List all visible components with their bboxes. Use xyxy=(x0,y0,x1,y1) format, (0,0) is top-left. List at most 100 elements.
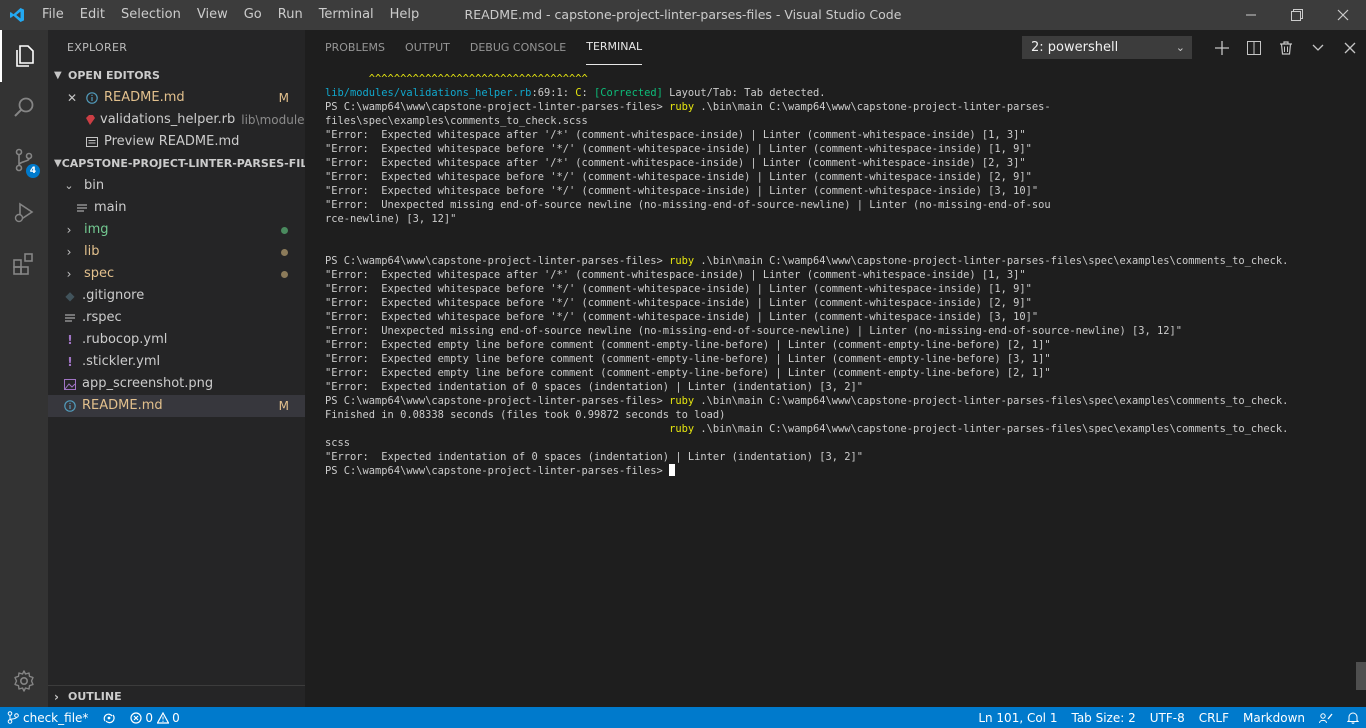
terminal-text: "Error: Expected whitespace before '*/' … xyxy=(325,283,1032,295)
terminal-text: "Error: Expected whitespace after '/*' (… xyxy=(325,269,1026,281)
terminal-output[interactable]: ^^^^^^^^^^^^^^^^^^^^^^^^^^^^^^^^^^^ lib/m… xyxy=(325,72,1352,707)
file-stickler-yml[interactable]: ! .stickler.yml xyxy=(48,351,305,373)
yaml-file-icon: ! xyxy=(67,355,73,369)
project-section[interactable]: ▼ CAPSTONE-PROJECT-LINTER-PARSES-FILES xyxy=(48,153,305,175)
run-debug-icon[interactable] xyxy=(0,186,48,238)
status-bar: check_file* 0 0 Ln 101, Col 1 Tab Size: … xyxy=(0,707,1366,728)
manage-gear-icon[interactable] xyxy=(0,655,48,707)
terminal-line: "Error: Expected indentation of 0 spaces… xyxy=(325,380,1352,394)
encoding[interactable]: UTF-8 xyxy=(1143,711,1192,725)
folder-lib[interactable]: › lib xyxy=(48,241,305,263)
cursor-position[interactable]: Ln 101, Col 1 xyxy=(971,711,1064,725)
file-main[interactable]: main xyxy=(48,197,305,219)
terminal-text: .\bin\main C:\wamp64\www\capstone-projec… xyxy=(694,395,1289,407)
trash-icon[interactable] xyxy=(1270,30,1302,65)
problems-indicator[interactable]: 0 0 xyxy=(123,711,186,725)
terminal-line: "Error: Expected indentation of 0 spaces… xyxy=(325,450,1352,464)
close-icon[interactable]: ✕ xyxy=(66,87,78,109)
search-icon[interactable] xyxy=(0,82,48,134)
terminal-text: "Error: Unexpected missing end-of-source… xyxy=(325,199,1051,211)
tab-problems[interactable]: PROBLEMS xyxy=(325,30,385,65)
terminal-line: rce-newline) [3, 12]" xyxy=(325,212,1352,226)
file-rubocop-yml[interactable]: ! .rubocop.yml xyxy=(48,329,305,351)
modified-status: M xyxy=(278,91,289,105)
terminal-line: "Error: Expected whitespace before '*/' … xyxy=(325,170,1352,184)
terminal-text: "Error: Expected whitespace after '/*' (… xyxy=(325,129,1026,141)
terminal-text: ruby xyxy=(669,255,695,267)
terminal-text: PS C:\wamp64\www\capstone-project-linter… xyxy=(325,465,670,477)
terminal-text: "Error: Expected empty line before comme… xyxy=(325,353,1051,365)
restore-button[interactable] xyxy=(1274,0,1320,30)
split-terminal-icon[interactable] xyxy=(1238,30,1270,65)
file-main-label: main xyxy=(94,200,127,215)
open-editor-preview-label: Preview README.md xyxy=(104,134,240,149)
terminal-scrollbar[interactable] xyxy=(1356,662,1366,690)
menu-go[interactable]: Go xyxy=(236,0,270,30)
title-bar: File Edit Selection View Go Run Terminal… xyxy=(0,0,1366,30)
file-app-screenshot[interactable]: app_screenshot.png xyxy=(48,373,305,395)
terminal-text: :69:1: xyxy=(531,87,576,99)
menu-view[interactable]: View xyxy=(189,0,236,30)
menu-bar: File Edit Selection View Go Run Terminal… xyxy=(34,0,427,30)
outline-section[interactable]: › OUTLINE xyxy=(48,685,305,707)
terminal-select[interactable]: 2: powershell ⌄ xyxy=(1022,36,1192,59)
open-editors-title: OPEN EDITORS xyxy=(68,69,160,82)
menu-run[interactable]: Run xyxy=(270,0,311,30)
file-gitignore[interactable]: ◆ .gitignore xyxy=(48,285,305,307)
chevron-down-icon[interactable] xyxy=(1302,30,1334,65)
end-of-line[interactable]: CRLF xyxy=(1192,711,1236,725)
file-rspec[interactable]: .rspec xyxy=(48,307,305,329)
terminal-text: .\bin\main C:\wamp64\www\capstone-projec… xyxy=(694,101,1051,113)
terminal-cursor xyxy=(669,464,676,476)
terminal-line: files\spec\examples\comments_to_check.sc… xyxy=(325,114,1352,128)
terminal-line: "Error: Expected empty line before comme… xyxy=(325,352,1352,366)
branch-indicator[interactable]: check_file* xyxy=(0,711,95,725)
untracked-dot xyxy=(281,227,288,234)
tab-output[interactable]: OUTPUT xyxy=(405,30,450,65)
terminal-line: ^^^^^^^^^^^^^^^^^^^^^^^^^^^^^^^^^^^ xyxy=(325,72,1352,86)
minimize-button[interactable] xyxy=(1228,0,1274,30)
menu-terminal[interactable]: Terminal xyxy=(311,0,382,30)
terminal-text: ruby xyxy=(669,101,695,113)
folder-bin[interactable]: ⌄ bin xyxy=(48,175,305,197)
source-control-icon[interactable]: 4 xyxy=(0,134,48,186)
open-editors-section[interactable]: ▼ OPEN EDITORS xyxy=(48,65,305,87)
terminal-text: .\bin\main C:\wamp64\www\capstone-projec… xyxy=(694,423,1289,435)
file-rspec-label: .rspec xyxy=(82,310,122,325)
warning-icon xyxy=(157,711,170,724)
terminal-line: "Error: Unexpected missing end-of-source… xyxy=(325,198,1352,212)
sync-icon[interactable] xyxy=(95,712,123,724)
terminal-line: "Error: Expected whitespace after '/*' (… xyxy=(325,156,1352,170)
menu-selection[interactable]: Selection xyxy=(113,0,189,30)
close-panel-icon[interactable] xyxy=(1334,30,1366,65)
preview-icon xyxy=(84,136,100,148)
close-window-button[interactable] xyxy=(1320,0,1366,30)
tab-debug-console[interactable]: DEBUG CONSOLE xyxy=(470,30,566,65)
file-readme[interactable]: README.md M xyxy=(48,395,305,417)
extensions-icon[interactable] xyxy=(0,238,48,290)
folder-img[interactable]: › img xyxy=(48,219,305,241)
folder-spec[interactable]: › spec xyxy=(48,263,305,285)
menu-help[interactable]: Help xyxy=(382,0,428,30)
open-editor-readme-label: README.md xyxy=(104,90,185,105)
notifications-bell-icon[interactable] xyxy=(1340,711,1366,724)
menu-edit[interactable]: Edit xyxy=(72,0,113,30)
explorer-icon[interactable] xyxy=(0,30,48,82)
terminal-text: "Error: Expected whitespace before '*/' … xyxy=(325,171,1032,183)
terminal-line: lib/modules/validations_helper.rb:69:1: … xyxy=(325,86,1352,100)
open-editor-preview-readme[interactable]: Preview README.md xyxy=(48,131,305,153)
feedback-icon[interactable] xyxy=(1312,712,1340,724)
open-editor-validations-helper[interactable]: validations_helper.rb lib\modules xyxy=(48,109,311,131)
chevron-right-icon: › xyxy=(54,689,59,704)
language-mode[interactable]: Markdown xyxy=(1236,711,1312,725)
outline-title: OUTLINE xyxy=(68,689,122,703)
terminal-text: "Error: Expected empty line before comme… xyxy=(325,367,1051,379)
tab-terminal[interactable]: TERMINAL xyxy=(586,30,643,65)
terminal-text: "Error: Expected whitespace after '/*' (… xyxy=(325,157,1026,169)
open-editor-readme[interactable]: ✕ README.md M xyxy=(48,87,305,109)
menu-file[interactable]: File xyxy=(34,0,72,30)
new-terminal-icon[interactable] xyxy=(1206,30,1238,65)
tab-size[interactable]: Tab Size: 2 xyxy=(1064,711,1142,725)
yaml-file-icon: ! xyxy=(67,333,73,347)
